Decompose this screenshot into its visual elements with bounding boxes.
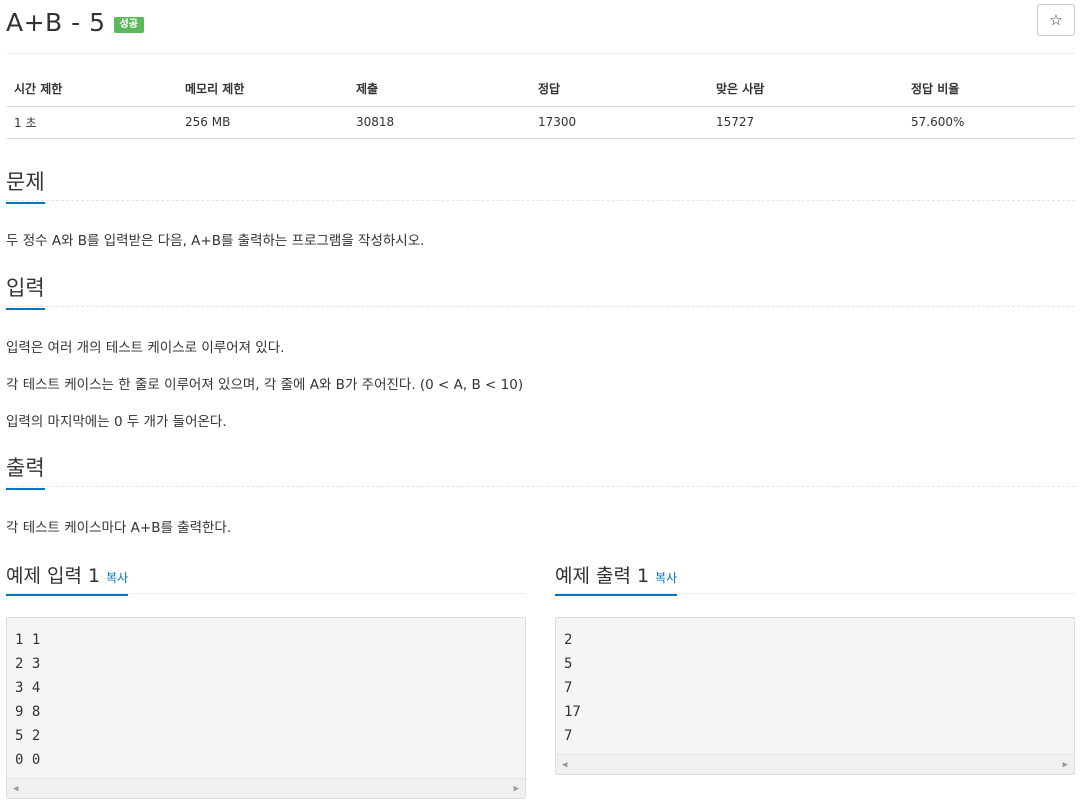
input-description-line-2: 각 테스트 케이스는 한 줄로 이루어져 있으며, 각 줄에 A와 B가 주어진… xyxy=(6,377,524,393)
value-memory-limit: 256 MB xyxy=(177,106,348,139)
sample-output-title: 예제 출력 1 xyxy=(555,565,650,587)
copy-sample-input-button[interactable]: 복사 xyxy=(106,571,128,585)
sample-output-heading-box: 예제 출력 1 복사 xyxy=(555,561,678,596)
input-description-line-1: 입력은 여러 개의 테스트 케이스로 이루어져 있다. xyxy=(6,340,285,356)
header-solved-users: 맞은 사람 xyxy=(708,72,903,107)
sample-input-content: 1 1 2 3 3 4 9 8 5 2 0 0 xyxy=(7,618,525,772)
sample-input-box[interactable]: 1 1 2 3 3 4 9 8 5 2 0 0 ◀ ▶ xyxy=(6,617,526,799)
sample-output-scrollbar[interactable]: ◀ ▶ xyxy=(556,754,1074,774)
problem-info-table: 시간 제한 메모리 제한 제출 정답 맞은 사람 정답 비율 1 초 256 M… xyxy=(6,72,1075,139)
sample-output-box[interactable]: 2 5 7 17 7 ◀ ▶ xyxy=(555,617,1075,775)
star-icon: ☆ xyxy=(1049,11,1063,29)
value-solved-users: 15727 xyxy=(708,106,903,139)
sample-output-line: 7 xyxy=(564,728,573,744)
value-time-limit: 1 초 xyxy=(6,106,177,139)
problem-section-divider xyxy=(6,200,1075,201)
output-description: 각 테스트 케이스마다 A+B를 출력한다. xyxy=(6,520,232,536)
star-button[interactable]: ☆ xyxy=(1037,4,1075,36)
sample-output-line: 7 xyxy=(564,680,573,696)
output-heading-text: 출력 xyxy=(6,452,45,490)
scroll-left-icon[interactable]: ◀ xyxy=(13,784,18,794)
status-badge: 성공 xyxy=(113,17,144,33)
sample-input-heading-box: 예제 입력 1 복사 xyxy=(6,561,129,596)
input-heading-text: 입력 xyxy=(6,272,45,310)
sample-output-line: 17 xyxy=(564,704,581,720)
input-description-line-3: 입력의 마지막에는 0 두 개가 들어온다. xyxy=(6,414,227,430)
input-section-heading: 입력 xyxy=(6,272,45,310)
sample-input-heading: 예제 입력 1 복사 xyxy=(6,561,129,597)
value-accepted: 17300 xyxy=(530,106,708,139)
sample-input-divider xyxy=(6,593,526,594)
problem-title-row: A+B - 5 성공 xyxy=(6,4,144,40)
scroll-left-icon[interactable]: ◀ xyxy=(562,760,567,770)
sample-output-line: 2 xyxy=(564,632,573,648)
header-accepted: 정답 xyxy=(530,72,708,107)
sample-input-line: 2 3 xyxy=(15,656,41,672)
sample-input-line: 5 2 xyxy=(15,728,41,744)
problem-description: 두 정수 A와 B를 입력받은 다음, A+B를 출력하는 프로그램을 작성하시… xyxy=(6,233,425,249)
scroll-right-icon[interactable]: ▶ xyxy=(1063,760,1068,770)
sample-input-line: 9 8 xyxy=(15,704,41,720)
input-section-divider xyxy=(6,306,1075,307)
sample-output-heading: 예제 출력 1 복사 xyxy=(555,561,678,597)
scroll-right-icon[interactable]: ▶ xyxy=(514,784,519,794)
sample-input-line: 1 1 xyxy=(15,632,41,648)
sample-output-line: 5 xyxy=(564,656,573,672)
value-accept-rate: 57.600% xyxy=(903,106,1075,139)
info-value-row: 1 초 256 MB 30818 17300 15727 57.600% xyxy=(6,106,1075,139)
header-submissions: 제출 xyxy=(348,72,530,107)
copy-sample-output-button[interactable]: 복사 xyxy=(655,571,677,585)
problem-heading-text: 문제 xyxy=(6,166,45,204)
sample-output-divider xyxy=(555,593,1075,594)
problem-section-heading: 문제 xyxy=(6,166,45,204)
header-accept-rate: 정답 비율 xyxy=(903,72,1075,107)
header-time-limit: 시간 제한 xyxy=(6,72,177,107)
header-memory-limit: 메모리 제한 xyxy=(177,72,348,107)
output-section-heading: 출력 xyxy=(6,452,45,490)
title-divider xyxy=(6,53,1075,54)
value-submissions: 30818 xyxy=(348,106,530,139)
sample-input-line: 3 4 xyxy=(15,680,41,696)
sample-input-title: 예제 입력 1 xyxy=(6,565,101,587)
sample-input-line: 0 0 xyxy=(15,752,41,768)
sample-input-scrollbar[interactable]: ◀ ▶ xyxy=(7,778,525,798)
info-header-row: 시간 제한 메모리 제한 제출 정답 맞은 사람 정답 비율 xyxy=(6,72,1075,107)
problem-title: A+B - 5 xyxy=(6,7,106,37)
output-section-divider xyxy=(6,486,1075,487)
sample-output-content: 2 5 7 17 7 xyxy=(556,618,1074,748)
